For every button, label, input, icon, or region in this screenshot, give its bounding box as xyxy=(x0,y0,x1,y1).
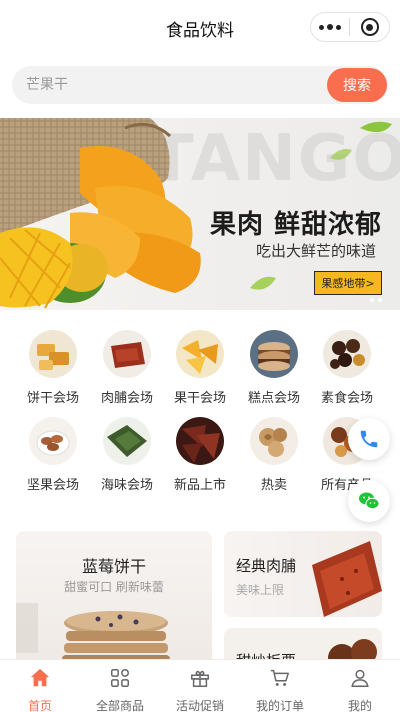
search-input[interactable] xyxy=(26,66,326,104)
category-item[interactable]: 素食会场 xyxy=(311,322,383,406)
category-grid: 饼干会场 肉脯会场 果干会场 糕点会场 素食会场 坚果会场 海味会场 新品上市 … xyxy=(0,322,400,498)
category-item[interactable]: 热卖 xyxy=(238,409,310,493)
tab-label: 全部商品 xyxy=(95,699,144,712)
tab-label: 我的 xyxy=(347,699,372,712)
header-bar: 食品饮料 xyxy=(0,0,400,56)
gift-icon xyxy=(191,670,209,687)
home-icon xyxy=(30,668,50,687)
tab-label: 首页 xyxy=(27,699,52,712)
biscuit-stack-image xyxy=(16,603,170,667)
user-icon xyxy=(351,669,369,687)
category-label: 海味会场 xyxy=(100,478,153,493)
category-item[interactable]: 海味会场 xyxy=(91,409,163,493)
vegetarian-icon xyxy=(323,330,371,378)
banner-pagination xyxy=(370,298,382,302)
category-label: 果干会场 xyxy=(173,391,226,406)
target-dot xyxy=(366,23,373,31)
wechat-button[interactable] xyxy=(348,480,390,522)
promo-card-blueberry-biscuit[interactable]: 蓝莓饼干 甜蜜可口 刷新味蕾 xyxy=(16,531,212,671)
promo-card-jerky[interactable]: 经典肉脯 美味上限 xyxy=(224,531,382,617)
category-label: 肉脯会场 xyxy=(100,391,153,406)
phone-icon xyxy=(360,430,378,448)
category-item[interactable]: 坚果会场 xyxy=(17,409,89,493)
tab-label: 我的订单 xyxy=(255,699,304,712)
customer-service-phone-button[interactable] xyxy=(348,418,390,460)
biscuit-icon xyxy=(29,330,77,378)
banner-cta-button[interactable]: 果感地带> xyxy=(314,271,382,295)
banner-headline: 果肉 鲜甜浓郁 xyxy=(210,210,383,240)
grid-icon xyxy=(111,669,129,687)
promo-banner[interactable]: TANGO 果肉 鲜甜浓郁 吃出大鲜芒的味道 果感地带> xyxy=(0,118,400,310)
target-circle-icon xyxy=(360,18,379,36)
nuts-icon xyxy=(29,417,77,465)
close-program-button[interactable] xyxy=(350,13,389,41)
page-dot xyxy=(370,298,374,302)
tab-home[interactable]: 首页 xyxy=(0,660,80,712)
tab-my-orders[interactable]: 我的订单 xyxy=(240,660,320,712)
category-label: 坚果会场 xyxy=(26,478,79,493)
tab-promotions[interactable]: 活动促销 xyxy=(160,660,240,712)
jerky-icon xyxy=(103,330,151,378)
hot-sale-icon xyxy=(250,417,298,465)
tab-label: 活动促销 xyxy=(175,699,224,712)
jerky-image xyxy=(312,541,382,617)
category-label: 新品上市 xyxy=(173,478,226,493)
category-item[interactable]: 新品上市 xyxy=(164,409,236,493)
pastry-icon xyxy=(250,330,298,378)
more-dots-icon xyxy=(319,24,325,30)
tab-profile[interactable]: 我的 xyxy=(320,660,400,712)
wechat-icon xyxy=(359,492,380,510)
category-item[interactable]: 饼干会场 xyxy=(17,322,89,406)
dried-fruit-icon xyxy=(176,330,224,378)
banner-subline: 吃出大鲜芒的味道 xyxy=(256,242,377,260)
category-label: 糕点会场 xyxy=(247,391,300,406)
category-label: 饼干会场 xyxy=(26,391,79,406)
category-item[interactable]: 肉脯会场 xyxy=(91,322,163,406)
search-bar: 搜索 xyxy=(12,66,388,104)
new-products-icon xyxy=(176,417,224,465)
page-dot xyxy=(378,298,382,302)
category-item[interactable]: 糕点会场 xyxy=(238,322,310,406)
more-dot xyxy=(336,24,342,30)
cart-icon xyxy=(270,669,289,686)
bottom-tab-bar: 首页 全部商品 活动促销 我的订单 我的 xyxy=(0,659,400,712)
category-label: 素食会场 xyxy=(320,391,373,406)
tab-all-products[interactable]: 全部商品 xyxy=(80,660,160,712)
category-item[interactable]: 果干会场 xyxy=(164,322,236,406)
seafood-icon xyxy=(103,417,151,465)
category-label: 热卖 xyxy=(260,478,287,493)
more-menu-button[interactable] xyxy=(311,13,349,41)
search-button[interactable]: 搜索 xyxy=(327,68,387,102)
more-dot xyxy=(327,24,334,30)
mini-program-capsule xyxy=(310,12,390,42)
